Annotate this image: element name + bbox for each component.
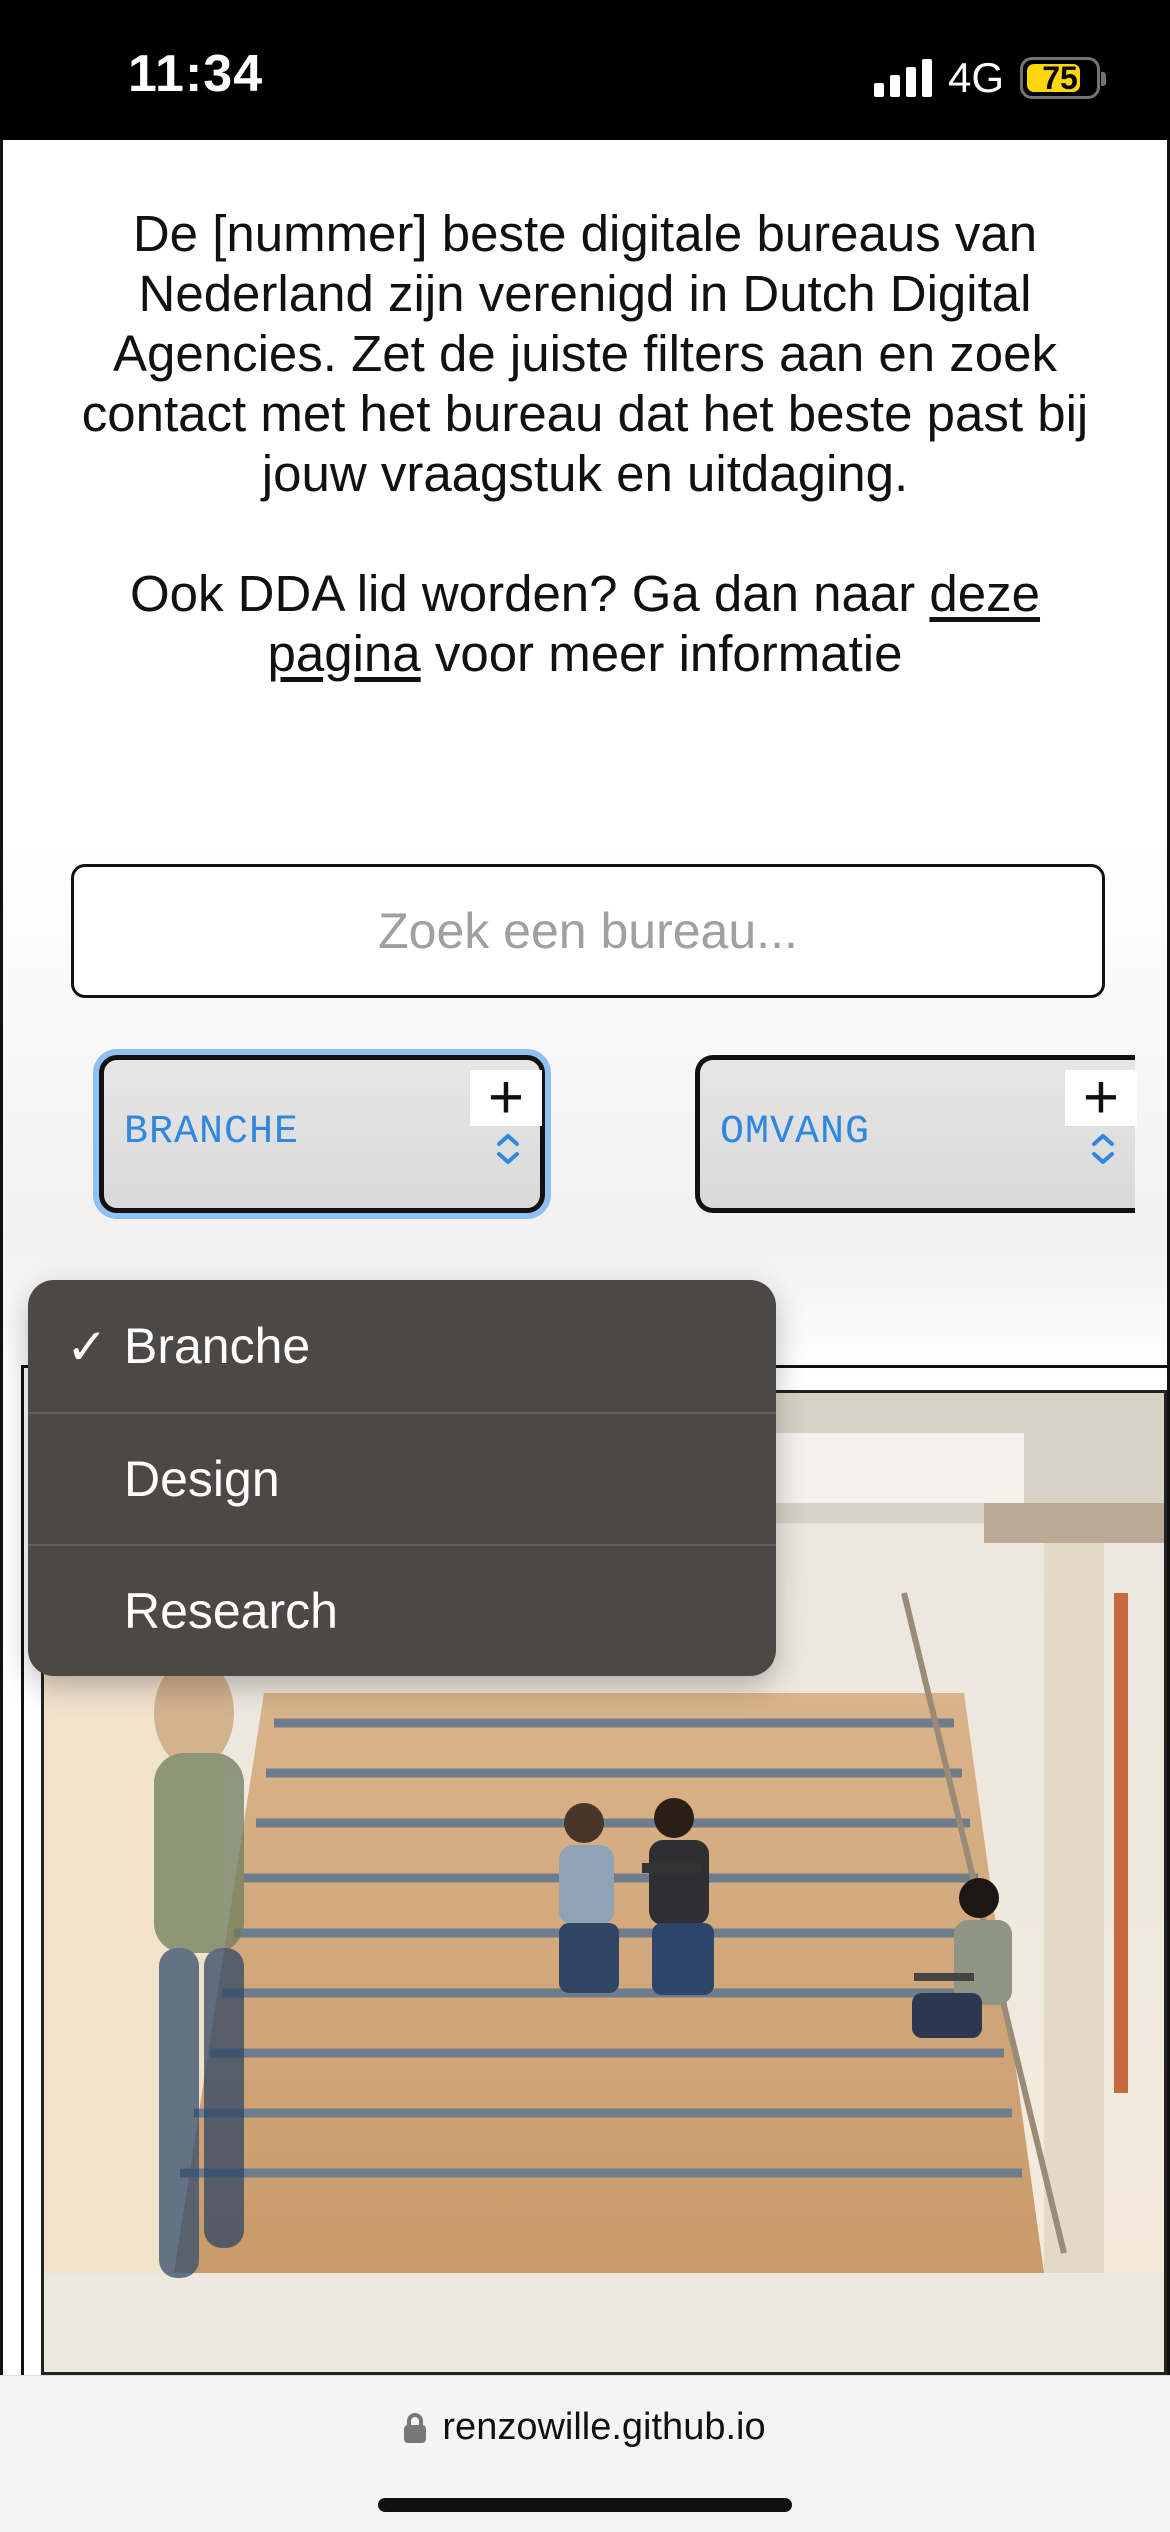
lock-icon	[404, 2412, 427, 2443]
omvang-filter-label: OMVANG	[720, 1110, 871, 1155]
option-label: Branche	[124, 1318, 311, 1374]
option-label: Design	[124, 1451, 280, 1507]
branche-filter-label: BRANCHE	[124, 1110, 300, 1155]
cellular-signal-icon	[873, 59, 932, 97]
branche-dropdown-menu: ✓ Branche Design Research	[28, 1280, 776, 1676]
dropdown-option[interactable]: Design	[28, 1412, 776, 1544]
membership-text: Ook DDA lid worden? Ga dan naar	[129, 565, 930, 622]
branche-filter-select[interactable]: BRANCHE +	[99, 1055, 545, 1213]
battery-percentage: 75	[1042, 59, 1078, 96]
web-page: De [nummer] beste digitale bureaus van N…	[0, 140, 1170, 2375]
battery-icon: 75	[1020, 57, 1106, 99]
search-placeholder: Zoek een bureau...	[378, 903, 798, 959]
status-time: 11:34	[128, 45, 264, 103]
status-bar: 11:34 4G 75	[0, 0, 1170, 140]
status-indicators: 4G 75	[873, 54, 1106, 102]
url-display[interactable]: renzowille.github.io	[0, 2406, 1170, 2449]
dropdown-option[interactable]: ✓ Branche	[28, 1280, 776, 1412]
url-text: renzowille.github.io	[442, 2406, 766, 2448]
membership-paragraph: Ook DDA lid worden? Ga dan naar deze pag…	[53, 564, 1117, 684]
section-border	[21, 1365, 24, 2375]
plus-icon: +	[470, 1067, 542, 1129]
option-label: Research	[124, 1583, 338, 1639]
chevron-updown-icon	[497, 1134, 519, 1164]
checkmark-icon: ✓	[66, 1319, 108, 1375]
omvang-filter-select[interactable]: OMVANG +	[695, 1055, 1137, 1213]
network-type: 4G	[947, 54, 1004, 101]
chevron-updown-icon	[1092, 1134, 1114, 1164]
dropdown-option[interactable]: Research	[28, 1544, 776, 1676]
membership-text-suffix: voor meer informatie	[420, 625, 903, 682]
intro-paragraph: De [nummer] beste digitale bureaus van N…	[81, 205, 1089, 502]
home-indicator[interactable]	[378, 2498, 792, 2512]
search-input[interactable]: Zoek een bureau...	[71, 864, 1105, 998]
intro-text: De [nummer] beste digitale bureaus van N…	[53, 204, 1117, 684]
plus-icon: +	[1065, 1067, 1137, 1129]
browser-address-bar[interactable]: renzowille.github.io	[0, 2375, 1170, 2532]
